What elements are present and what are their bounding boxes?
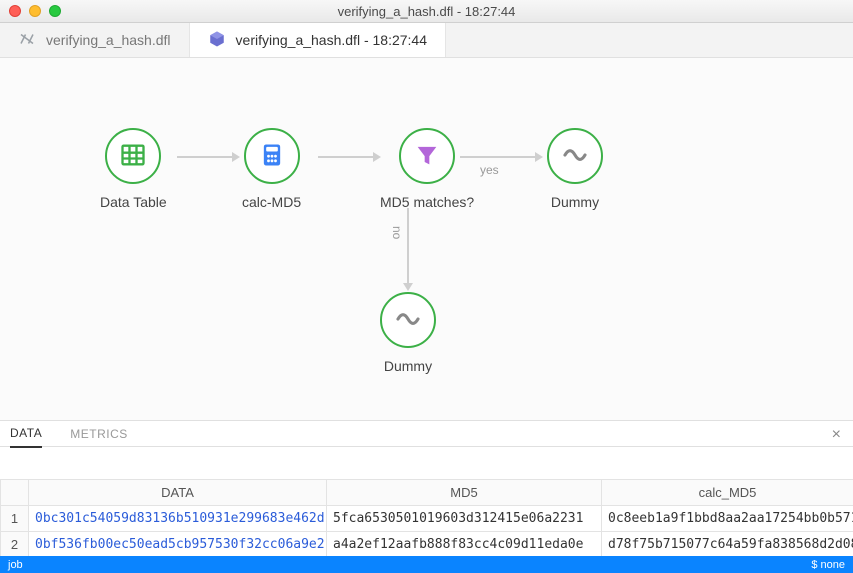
cell-md5: 5fca6530501019603d312415e06a2231 bbox=[327, 506, 602, 532]
row-number: 1 bbox=[1, 506, 29, 532]
table-row[interactable]: 1 0bc301c54059d83136b510931e299683e462d … bbox=[1, 506, 853, 532]
table-row[interactable]: 2 0bf536fb00ec50ead5cb957530f32cc06a9e2 … bbox=[1, 532, 853, 557]
node-label: calc-MD5 bbox=[242, 194, 301, 210]
close-panel-button[interactable]: × bbox=[832, 426, 841, 444]
node-data-table[interactable]: Data Table bbox=[100, 128, 167, 210]
edge bbox=[177, 156, 232, 158]
arrow-right-icon bbox=[232, 152, 240, 162]
flow-canvas[interactable]: yes no Data Table calc-MD5 MD5 matches? bbox=[0, 58, 853, 420]
wave-icon bbox=[393, 304, 423, 337]
tab-data[interactable]: DATA bbox=[10, 420, 42, 448]
node-label: MD5 matches? bbox=[380, 194, 474, 210]
node-calc-md5[interactable]: calc-MD5 bbox=[242, 128, 301, 210]
column-header[interactable]: DATA bbox=[29, 480, 327, 506]
minimize-window-button[interactable] bbox=[29, 5, 41, 17]
zoom-window-button[interactable] bbox=[49, 5, 61, 17]
node-md5-matches[interactable]: MD5 matches? bbox=[380, 128, 474, 210]
window-titlebar: verifying_a_hash.dfl - 18:27:44 bbox=[0, 0, 853, 23]
status-right: $ none bbox=[811, 559, 845, 571]
tab-file[interactable]: verifying_a_hash.dfl bbox=[0, 23, 190, 57]
row-number: 2 bbox=[1, 532, 29, 557]
cell-md5: a4a2ef12aafb888f83cc4c09d11eda0e bbox=[327, 532, 602, 557]
flow-icon bbox=[18, 30, 36, 51]
data-table: DATA MD5 calc_MD5 1 0bc301c54059d83136b5… bbox=[0, 479, 853, 556]
bottom-tab-bar: DATA METRICS × bbox=[0, 420, 853, 447]
node-dummy-yes[interactable]: Dummy bbox=[547, 128, 603, 210]
cell-data[interactable]: 0bf536fb00ec50ead5cb957530f32cc06a9e2 bbox=[29, 532, 327, 557]
wave-icon bbox=[560, 140, 590, 173]
calculator-icon bbox=[258, 141, 286, 172]
tab-label: verifying_a_hash.dfl - 18:27:44 bbox=[236, 32, 427, 48]
data-grid-panel: DATA MD5 calc_MD5 1 0bc301c54059d83136b5… bbox=[0, 447, 853, 556]
close-window-button[interactable] bbox=[9, 5, 21, 17]
edge-label-no: no bbox=[390, 226, 404, 239]
node-label: Dummy bbox=[384, 358, 432, 374]
status-bar: job $ none bbox=[0, 556, 853, 573]
cell-calc-md5: d78f75b715077c64a59fa838568d2d08 bbox=[602, 532, 853, 557]
column-header[interactable]: MD5 bbox=[327, 480, 602, 506]
cell-data[interactable]: 0bc301c54059d83136b510931e299683e462d bbox=[29, 506, 327, 532]
node-label: Dummy bbox=[551, 194, 599, 210]
filter-icon bbox=[413, 141, 441, 172]
cell-calc-md5: 0c8eeb1a9f1bbd8aa2aa17254bb0b571 bbox=[602, 506, 853, 532]
tab-label: verifying_a_hash.dfl bbox=[46, 32, 171, 48]
tab-run[interactable]: verifying_a_hash.dfl - 18:27:44 bbox=[190, 23, 446, 57]
column-header[interactable] bbox=[1, 480, 29, 506]
cube-icon bbox=[208, 30, 226, 51]
status-left: job bbox=[8, 559, 23, 571]
tab-metrics[interactable]: METRICS bbox=[70, 421, 128, 447]
edge bbox=[318, 156, 373, 158]
table-header-row: DATA MD5 calc_MD5 bbox=[1, 480, 853, 506]
edge-label-yes: yes bbox=[480, 163, 499, 177]
edge bbox=[407, 208, 409, 283]
window-controls bbox=[0, 5, 61, 17]
node-dummy-no[interactable]: Dummy bbox=[380, 292, 436, 374]
arrow-down-icon bbox=[403, 283, 413, 291]
table-icon bbox=[119, 141, 147, 172]
column-header[interactable]: calc_MD5 bbox=[602, 480, 853, 506]
tab-bar: verifying_a_hash.dfl verifying_a_hash.df… bbox=[0, 23, 853, 58]
window-title: verifying_a_hash.dfl - 18:27:44 bbox=[338, 4, 516, 19]
arrow-right-icon bbox=[535, 152, 543, 162]
node-label: Data Table bbox=[100, 194, 167, 210]
